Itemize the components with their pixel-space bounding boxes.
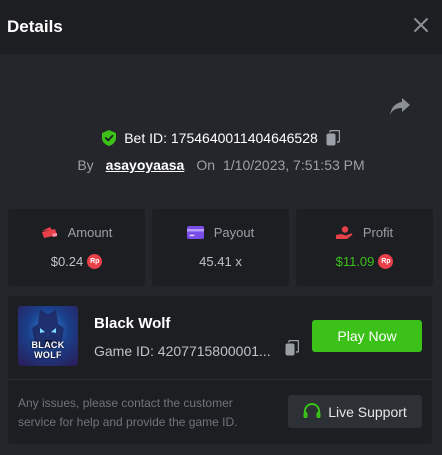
close-icon[interactable] xyxy=(413,17,429,33)
game-name: Black Wolf xyxy=(94,315,171,332)
stat-value: $0.24 xyxy=(50,254,84,269)
game-id: Game ID: 4207715800001... xyxy=(94,343,271,359)
hand-coin-icon xyxy=(335,225,353,239)
support-notice: Any issues, please contact the customer … xyxy=(18,396,238,429)
divider xyxy=(8,379,432,380)
modal-header: Details xyxy=(0,0,442,54)
bet-id-row: Bet ID: 1754640011404646528 xyxy=(0,128,442,148)
currency-badge: Rp xyxy=(378,254,394,269)
copy-icon[interactable] xyxy=(326,130,340,146)
stat-amount: Amount $0.24 Rp xyxy=(8,209,145,286)
on-label: On xyxy=(196,157,215,173)
bet-datetime: 1/10/2023, 7:51:53 PM xyxy=(223,157,365,173)
game-thumbnail[interactable]: BLACK WOLF xyxy=(18,306,78,366)
stat-payout: Payout 45.41 x xyxy=(152,209,289,286)
bet-meta-row: By asayoyaasa On 1/10/2023, 7:51:53 PM xyxy=(0,155,442,175)
play-now-button[interactable]: Play Now xyxy=(312,320,422,352)
share-icon[interactable] xyxy=(389,96,411,116)
stat-label: Payout xyxy=(213,225,255,240)
stat-value: 45.41 x xyxy=(199,254,242,269)
stat-label: Profit xyxy=(362,225,394,240)
username-link[interactable]: asayoyaasa xyxy=(106,157,185,173)
thumbnail-title: BLACK WOLF xyxy=(31,340,65,360)
live-support-button[interactable]: Live Support xyxy=(288,395,422,428)
by-label: By xyxy=(77,157,94,173)
stat-profit: Profit $11.09 Rp xyxy=(296,209,433,286)
bet-id: Bet ID: 1754640011404646528 xyxy=(124,130,318,146)
live-support-label: Live Support xyxy=(328,403,407,420)
card-icon xyxy=(186,226,204,239)
game-card: BLACK WOLF Black Wolf Game ID: 420771580… xyxy=(8,296,432,444)
wallet-icon xyxy=(41,226,57,238)
shield-check-icon xyxy=(102,130,117,146)
copy-icon[interactable] xyxy=(285,340,299,356)
modal-title: Details xyxy=(7,17,63,36)
stat-value: $11.09 xyxy=(335,254,375,269)
headset-icon xyxy=(303,403,321,418)
stat-label: Amount xyxy=(67,225,113,240)
currency-badge: Rp xyxy=(87,254,103,269)
